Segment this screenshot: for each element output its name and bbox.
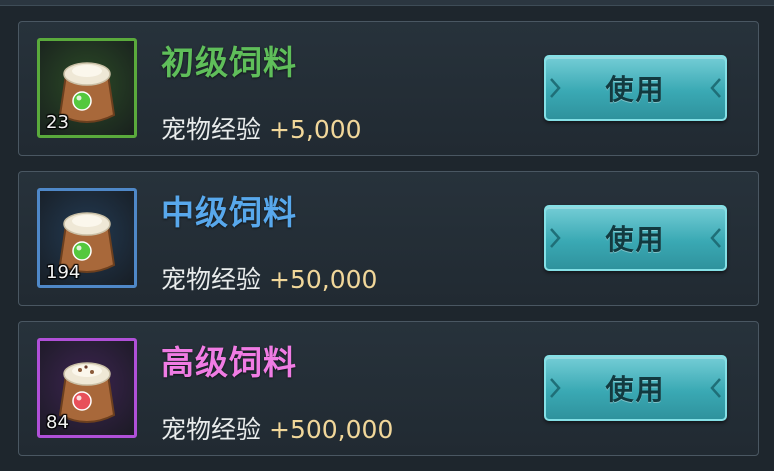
chevron-right-icon: [550, 78, 561, 98]
chevron-left-icon: [710, 78, 721, 98]
item-name: 初级饲料: [161, 43, 297, 82]
exp-label: 宠物经验: [161, 115, 262, 144]
item-exp: 宠物经验 +5,000: [161, 110, 362, 146]
item-name: 中级饲料: [161, 193, 297, 232]
use-button[interactable]: 使用: [544, 355, 727, 421]
use-button[interactable]: 使用: [544, 205, 727, 271]
item-exp: 宠物经验 +500,000: [161, 410, 393, 446]
use-button[interactable]: 使用: [544, 55, 727, 121]
use-button-label: 使用: [605, 223, 666, 256]
item-name: 高级饲料: [161, 343, 297, 382]
feed-item-advanced: 84 高级饲料 宠物经验 +500,000 使用: [18, 321, 759, 456]
item-icon-frame: 194: [37, 188, 137, 288]
item-count: 84: [46, 412, 69, 433]
item-icon-frame: 84: [37, 338, 137, 438]
item-icon-frame: 23: [37, 38, 137, 138]
feed-item-intermediate: 194 中级饲料 宠物经验 +50,000 使用: [18, 171, 759, 306]
exp-value: +50,000: [269, 265, 378, 294]
item-exp: 宠物经验 +50,000: [161, 260, 377, 296]
chevron-right-icon: [550, 228, 561, 248]
exp-label: 宠物经验: [161, 265, 262, 294]
feed-item-basic: 23 初级饲料 宠物经验 +5,000 使用: [18, 21, 759, 156]
exp-value: +5,000: [269, 115, 362, 144]
chevron-left-icon: [710, 228, 721, 248]
item-count: 194: [46, 262, 81, 283]
exp-label: 宠物经验: [161, 415, 262, 444]
top-divider: [0, 0, 774, 6]
use-button-label: 使用: [605, 73, 666, 106]
feed-list: 23 初级饲料 宠物经验 +5,000 使用 194 中级饲料 宠物经验 +50,0…: [18, 21, 759, 471]
item-count: 23: [46, 112, 69, 133]
chevron-left-icon: [710, 378, 721, 398]
chevron-right-icon: [550, 378, 561, 398]
use-button-label: 使用: [605, 373, 666, 406]
exp-value: +500,000: [269, 415, 394, 444]
